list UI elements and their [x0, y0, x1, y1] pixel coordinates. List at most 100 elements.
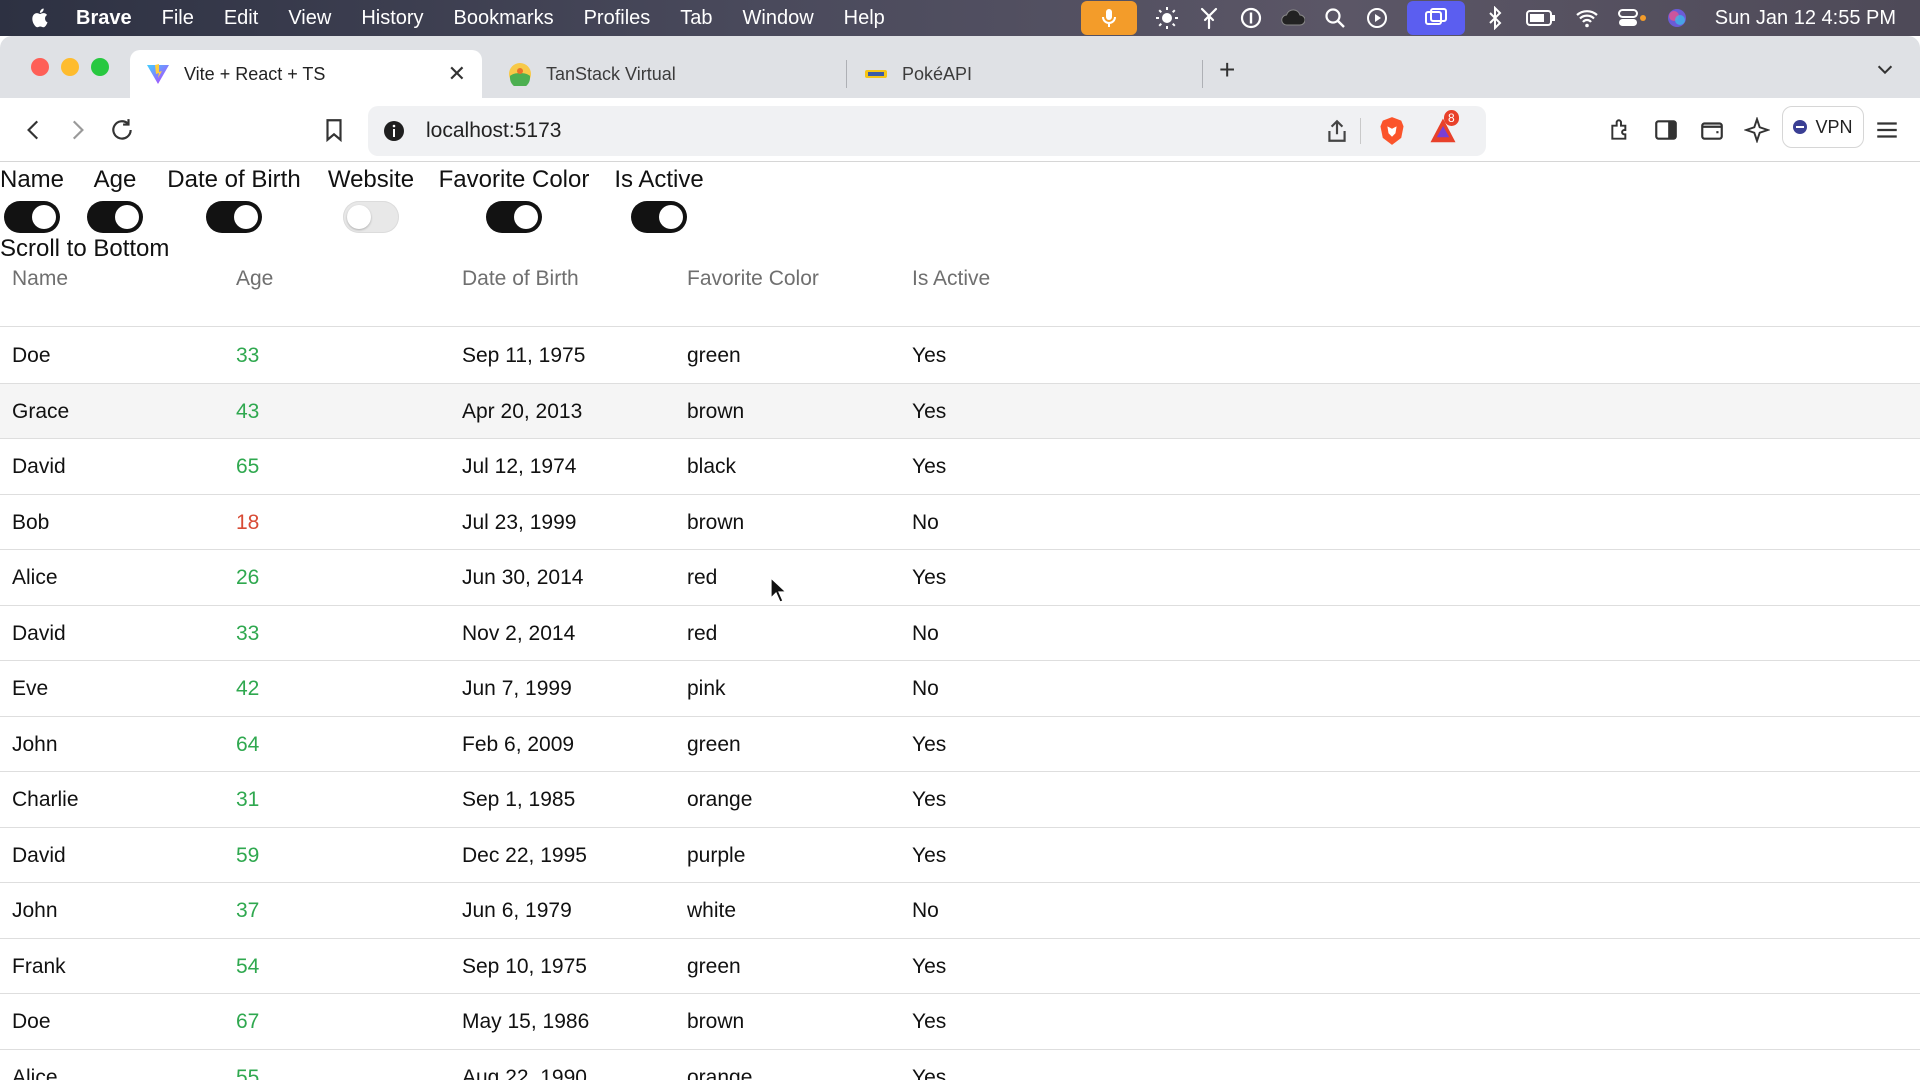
macos-menu-bar: Brave File Edit View History Bookmarks P…	[0, 0, 1920, 36]
table-row[interactable]: Bob 18 Jul 23, 1999 brown No	[0, 495, 1920, 550]
cell-age: 54	[236, 954, 260, 978]
cell-date-of-birth: Jun 30, 2014	[462, 566, 584, 589]
cell-date-of-birth: May 15, 1986	[462, 1010, 590, 1033]
wallet-icon	[1701, 122, 1723, 140]
table-row[interactable]: Doe 33 Sep 11, 1975 green Yes	[0, 328, 1920, 384]
control-center-icon[interactable]	[1617, 0, 1647, 36]
screen-mirroring-icon[interactable]	[1406, 1, 1465, 35]
menu-bar-clock[interactable]: Sun Jan 12 4:55 PM	[1715, 7, 1896, 30]
window-zoom-button[interactable]	[91, 58, 109, 76]
menu-view[interactable]: View	[288, 7, 331, 30]
column-header-is-active[interactable]: Is Active	[912, 267, 990, 291]
cell-age: 26	[236, 566, 260, 589]
address-bar[interactable]: localhost:5173 8	[368, 106, 1486, 156]
table-row[interactable]: Eve 42 Jun 7, 1999 pink No	[0, 661, 1920, 717]
toggle-group-age: Age	[86, 163, 144, 233]
password-manager-icon[interactable]	[1239, 0, 1263, 36]
reload-button[interactable]	[108, 116, 136, 144]
sparkle-icon	[1744, 117, 1770, 143]
bluetooth-icon[interactable]	[1483, 0, 1507, 36]
new-tab-button[interactable]: +	[1219, 54, 1235, 86]
cell-favorite-color: pink	[687, 677, 726, 700]
menu-bookmarks[interactable]: Bookmarks	[454, 7, 554, 30]
siri-icon[interactable]	[1665, 0, 1689, 36]
menu-file[interactable]: File	[162, 7, 194, 30]
menu-window[interactable]: Window	[743, 7, 814, 30]
battery-icon[interactable]	[1525, 0, 1557, 36]
column-header-date-of-birth[interactable]: Date of Birth	[462, 267, 579, 291]
table-row[interactable]: Doe 67 May 15, 1986 brown Yes	[0, 994, 1920, 1050]
toggle-favorite-color-switch[interactable]	[486, 201, 542, 233]
forward-button[interactable]	[63, 116, 91, 144]
tab-list-chevron-down-icon[interactable]	[1874, 58, 1896, 80]
table-row[interactable]: Grace 43 Apr 20, 2013 brown Yes	[0, 383, 1920, 439]
toggle-website-switch[interactable]	[343, 201, 399, 233]
toggle-name-switch[interactable]	[4, 201, 60, 233]
column-header-age[interactable]: Age	[236, 267, 273, 291]
column-header-favorite-color[interactable]: Favorite Color	[687, 267, 819, 291]
spotlight-search-icon[interactable]	[1323, 0, 1347, 36]
cell-is-active: No	[912, 899, 939, 922]
apple-logo-icon[interactable]	[30, 7, 52, 29]
table-row[interactable]: David 59 Dec 22, 1995 purple Yes	[0, 828, 1920, 883]
toggle-label: Is Active	[614, 166, 704, 193]
reload-icon	[112, 119, 132, 140]
tab-title: TanStack Virtual	[546, 63, 676, 84]
cell-name: Bob	[12, 510, 50, 534]
tab-close-icon[interactable]: ✕	[448, 61, 466, 87]
window-minimize-button[interactable]	[61, 58, 79, 76]
menu-app-name[interactable]: Brave	[76, 7, 132, 30]
table-row[interactable]: John 37 Jun 6, 1979 white No	[0, 883, 1920, 939]
tab-vite-react[interactable]: Vite + React + TS ✕	[130, 50, 482, 98]
menu-help[interactable]: Help	[844, 7, 885, 30]
column-header-name[interactable]: Name	[12, 267, 68, 291]
menu-profiles[interactable]: Profiles	[584, 7, 651, 30]
cell-name: Charlie	[12, 788, 79, 811]
table-row[interactable]: John 64 Feb 6, 2009 green Yes	[0, 717, 1920, 772]
cell-favorite-color: black	[687, 455, 737, 478]
cell-age: 37	[236, 899, 260, 922]
vpn-button[interactable]: VPN	[1782, 106, 1864, 148]
table-row[interactable]: Alice 55 Aug 22, 1990 orange Yes	[0, 1050, 1920, 1080]
antenna-icon[interactable]	[1197, 0, 1221, 36]
brave-shields-icon[interactable]	[1378, 116, 1406, 146]
url-text[interactable]: localhost:5173	[426, 119, 561, 143]
play-circle-icon[interactable]	[1365, 0, 1389, 36]
table-row[interactable]: Frank 54 Sep 10, 1975 green Yes	[0, 939, 1920, 994]
brightness-icon[interactable]	[1155, 0, 1179, 36]
menu-history[interactable]: History	[361, 7, 423, 30]
toggle-age-switch[interactable]	[87, 201, 143, 233]
menu-edit[interactable]: Edit	[224, 7, 258, 30]
site-info-icon[interactable]	[382, 119, 406, 143]
sidebar-toggle-button[interactable]	[1652, 116, 1680, 144]
extensions-button[interactable]	[1607, 116, 1635, 144]
menu-bar-status-icons: Sun Jan 12 4:55 PM	[1080, 0, 1920, 36]
window-close-button[interactable]	[31, 58, 49, 76]
toggle-is-active-switch[interactable]	[631, 201, 687, 233]
table-row[interactable]: Alice 26 Jun 30, 2014 red Yes	[0, 550, 1920, 606]
table-row[interactable]: Charlie 31 Sep 1, 1985 orange Yes	[0, 772, 1920, 828]
cloud-icon[interactable]	[1281, 0, 1305, 36]
tab-pokeapi[interactable]: PokéAPI	[864, 50, 1204, 98]
rewards-badge: 8	[1444, 110, 1459, 126]
wallet-button[interactable]	[1698, 116, 1726, 144]
cell-age: 43	[236, 399, 260, 423]
wifi-icon[interactable]	[1575, 0, 1599, 36]
table-row[interactable]: David 33 Nov 2, 2014 red No	[0, 606, 1920, 661]
bookmark-button[interactable]	[320, 116, 348, 144]
table-row[interactable]: David 65 Jul 12, 1974 black Yes	[0, 439, 1920, 495]
microphone-icon[interactable]	[1080, 1, 1137, 35]
menu-tab[interactable]: Tab	[680, 7, 712, 30]
tab-tanstack-virtual[interactable]: TanStack Virtual	[508, 50, 848, 98]
cell-is-active: No	[912, 510, 939, 534]
cell-name: David	[12, 621, 66, 645]
hamburger-menu-icon	[1877, 122, 1897, 138]
cell-age: 42	[236, 677, 260, 700]
main-menu-button[interactable]	[1873, 116, 1901, 144]
toggle-date-of-birth-switch[interactable]	[206, 201, 262, 233]
bookmark-icon	[326, 119, 342, 143]
share-icon[interactable]	[1324, 118, 1350, 144]
cell-name: John	[12, 899, 58, 922]
back-button[interactable]	[20, 116, 48, 144]
leo-ai-button[interactable]	[1743, 116, 1771, 144]
